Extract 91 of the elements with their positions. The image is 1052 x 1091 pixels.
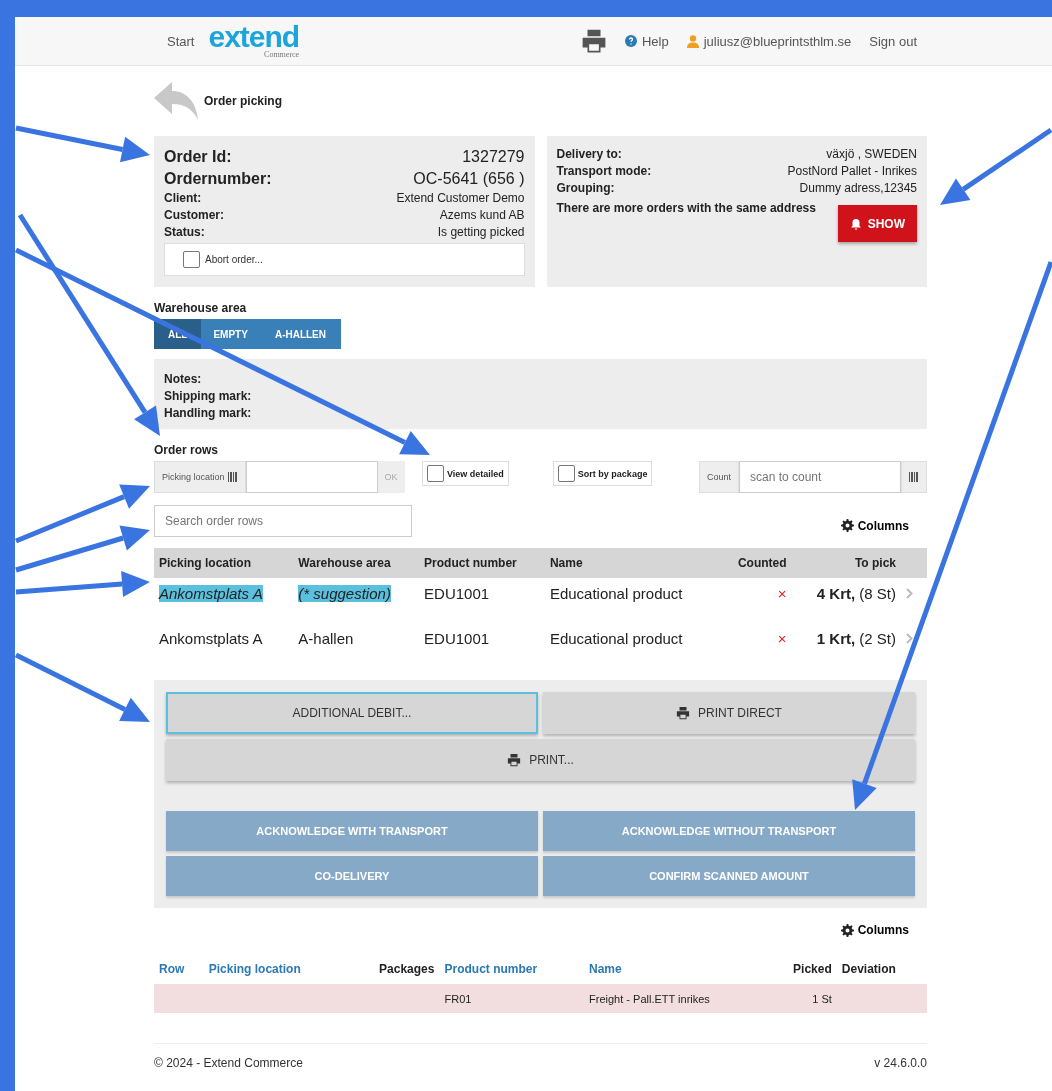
column-header: To pick	[791, 548, 901, 578]
field-value: växjö , SWEDEN	[826, 146, 917, 163]
sort-link[interactable]: Picking location	[203, 954, 348, 984]
field-value: PostNord Pallet - Inrikes	[787, 163, 917, 180]
column-header: Counted	[719, 548, 792, 578]
counted-mark: ×	[777, 584, 787, 602]
version: v 24.6.0.0	[874, 1056, 927, 1070]
count-label: Count	[698, 461, 739, 493]
column-header: Product number	[419, 548, 545, 578]
count-field[interactable]: scan to count	[739, 461, 901, 493]
table-cell: Freight - Pall.ETT inrikes	[584, 984, 769, 1013]
picking-location-field[interactable]	[245, 461, 378, 493]
field-label: Order Id:	[164, 147, 232, 167]
search-field[interactable]: Search order rows	[154, 504, 412, 537]
settings-icon	[840, 519, 854, 532]
quantity: 4 Krt,	[816, 584, 856, 602]
table-cell: EDU1001	[419, 578, 545, 608]
field-value: OC-5641 (656 )	[413, 169, 525, 189]
bell-icon	[849, 217, 862, 230]
field-value: Is getting picked	[437, 224, 525, 241]
sort-link[interactable]: Product number	[439, 954, 585, 984]
field-label: Notes:	[164, 371, 203, 388]
action-button[interactable]: PRINT DIRECT	[543, 692, 915, 734]
checkbox[interactable]	[427, 465, 444, 482]
column-header: Deviation	[836, 954, 927, 984]
columns-button[interactable]: Columns	[834, 517, 915, 534]
printer-icon	[580, 28, 607, 54]
field-value: Extend Customer Demo	[396, 190, 525, 207]
view-detailed-toggle[interactable]: View detailed	[422, 461, 509, 486]
section-label: Order rows	[154, 443, 220, 457]
settings-icon	[840, 923, 854, 937]
barcode-icon	[909, 472, 919, 482]
column-header: Packages	[347, 954, 440, 984]
checkbox[interactable]	[557, 465, 575, 482]
table-cell: FR01	[439, 984, 585, 1013]
field-value: 1327279	[462, 147, 525, 167]
action-button[interactable]: ADDITIONAL DEBIT...	[166, 692, 538, 734]
table-cell-text: EDU1001	[423, 628, 491, 649]
field-label: Shipping mark:	[164, 388, 253, 405]
printer-icon	[676, 706, 691, 720]
counted-mark: ×	[777, 629, 787, 647]
units: (2 St)	[859, 629, 896, 647]
table-cell	[154, 984, 204, 1013]
printer-icon	[507, 753, 522, 767]
field-label: Delivery to:	[556, 146, 622, 163]
copyright: © 2024 - Extend Commerce	[154, 1056, 303, 1070]
column-header: Name	[544, 548, 720, 578]
field-label: Status:	[164, 224, 205, 241]
table-cell-text: Educational product	[548, 628, 684, 649]
columns-button[interactable]: Columns	[834, 922, 915, 938]
user-link[interactable]: juliusz@blueprintsthlm.se	[686, 33, 852, 49]
help-icon	[624, 35, 637, 47]
column-header: Picking location	[154, 548, 294, 578]
section-label: Warehouse area	[154, 301, 248, 315]
picking-location-label: Picking location	[154, 461, 246, 493]
field-label: Customer:	[164, 207, 224, 224]
sort-link[interactable]: Row	[154, 954, 204, 984]
area-tab[interactable]: A-HALLEN	[259, 319, 341, 349]
field-label: Grouping:	[556, 180, 615, 197]
sort-by-package-toggle[interactable]: Sort by package	[552, 461, 653, 486]
field-value: Dummy adress,12345	[799, 180, 917, 197]
table-cell: 1 St	[768, 984, 837, 1013]
field-label: Client:	[164, 190, 202, 207]
barcode-icon	[227, 472, 238, 482]
logo[interactable]: extend Commerce	[208, 23, 300, 59]
area-tab[interactable]: EMPTY	[201, 319, 260, 349]
checkbox-label: Abort order...	[205, 254, 263, 265]
same-address-notice: There are more orders with the same address	[556, 201, 816, 215]
table-cell: Educational product	[544, 578, 720, 608]
show-button[interactable]: SHOW	[837, 205, 917, 242]
field-label: Transport mode:	[556, 163, 652, 180]
table-cell: (* suggestion)	[298, 584, 391, 602]
table-cell: Ankomstplats A	[159, 584, 263, 602]
quantity: 1 Krt,	[816, 629, 856, 647]
sort-link[interactable]: Name	[584, 954, 769, 984]
field-label: Handling mark:	[164, 405, 253, 422]
table-cell: A-hallen	[298, 629, 354, 647]
units: (8 St)	[859, 584, 896, 602]
checkbox[interactable]	[183, 251, 200, 268]
field-value: Azems kund AB	[439, 207, 525, 224]
column-header: Picked	[768, 954, 837, 984]
table-cell: Ankomstplats A	[159, 629, 263, 647]
barcode-button[interactable]	[901, 461, 927, 493]
sign-out-link[interactable]: Sign out	[869, 33, 917, 49]
user-icon	[686, 34, 699, 48]
help-link[interactable]: Help	[624, 33, 669, 49]
start-link[interactable]: Start	[167, 33, 195, 49]
action-button[interactable]: PRINT...	[166, 739, 915, 781]
page-title: Order picking	[204, 94, 283, 108]
field-label: Ordernumber:	[164, 169, 272, 189]
column-header: Warehouse area	[293, 548, 420, 578]
